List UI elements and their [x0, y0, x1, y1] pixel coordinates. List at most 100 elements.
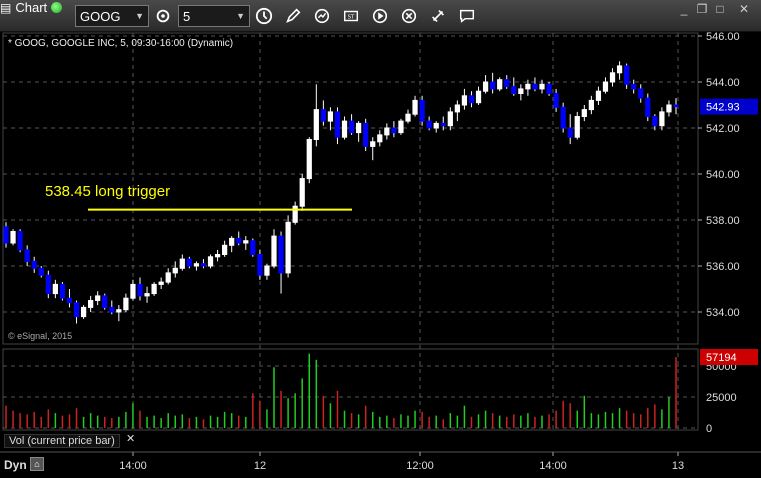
candle-body: [109, 306, 115, 313]
candle-body: [602, 81, 609, 92]
dyn-label[interactable]: Dyn: [4, 458, 27, 472]
candle-body: [130, 283, 136, 299]
candle-body: [24, 249, 30, 262]
candle-body: [363, 122, 369, 147]
candle-body: [419, 99, 425, 122]
trigger-annotation-label: 538.45 long trigger: [45, 183, 171, 200]
candle-body: [567, 127, 573, 138]
candle-body: [511, 86, 517, 94]
candle-body: [356, 122, 362, 134]
candle-body: [574, 116, 580, 138]
lock-icon[interactable]: ⌂: [30, 457, 44, 471]
candle-body: [285, 221, 291, 274]
candle-body: [426, 120, 432, 129]
candle-body: [384, 127, 390, 136]
candle-body: [271, 235, 277, 267]
candle-body: [320, 109, 326, 122]
candle-body: [616, 65, 623, 74]
time-tick-label: 12: [254, 460, 266, 472]
candle-body: [546, 83, 552, 95]
candle-body: [497, 79, 503, 90]
time-tick-label: 13: [672, 460, 684, 472]
candle-body: [631, 83, 637, 90]
candle-body: [666, 104, 672, 113]
candle-body: [222, 244, 228, 256]
candle-body: [137, 283, 143, 297]
candle-body: [475, 90, 482, 104]
candle-body: [250, 240, 256, 255]
candle-body: [172, 267, 178, 274]
axes: 546.00 544.00 542.00 540.00 538.00 536.00 534.…: [119, 31, 758, 472]
volume-tick-label: 0: [706, 423, 712, 435]
candle-body: [31, 260, 37, 269]
candle-body: [257, 254, 263, 276]
candle-body: [123, 297, 129, 311]
candle-body: [151, 283, 157, 295]
candle-body: [243, 240, 249, 244]
candle-body: [553, 93, 559, 108]
candle-body: [405, 113, 411, 122]
price-tick-label: 538.00: [706, 215, 740, 227]
candle-body: [88, 300, 94, 308]
price-chart[interactable]: 546.00 544.00 542.00 540.00 538.00 536.00 534.…: [0, 0, 761, 478]
candle-body: [186, 258, 192, 267]
candle-body: [412, 99, 418, 115]
candle-body: [292, 205, 298, 223]
price-tick-label: 540.00: [706, 169, 740, 181]
candle-body: [10, 231, 16, 244]
candle-body: [327, 111, 334, 122]
candle-body: [45, 274, 51, 295]
candle-body: [539, 83, 545, 90]
candle-body: [95, 295, 101, 301]
candle-body: [652, 116, 658, 127]
candle-body: [659, 111, 665, 127]
candle-body: [102, 295, 108, 308]
candle-body: [200, 263, 207, 267]
candle-body: [348, 120, 355, 134]
candle-body: [525, 83, 531, 90]
candle-body: [638, 88, 644, 99]
current-price-label: 542.93: [706, 102, 740, 114]
price-tick-label: 546.00: [706, 31, 740, 43]
candle-body: [73, 302, 80, 318]
candle-body: [116, 309, 122, 313]
candle-body: [482, 81, 489, 92]
candle-body: [313, 109, 319, 140]
candle-body: [532, 83, 538, 90]
candle-body: [490, 81, 496, 90]
candle-body: [588, 99, 594, 111]
candle-body: [165, 272, 171, 283]
grid: [0, 32, 761, 453]
candle-body: [461, 95, 468, 106]
candle-body: [66, 297, 73, 304]
candle-body: [447, 111, 453, 127]
time-tick-label: 14:00: [119, 460, 147, 472]
close-volume-icon[interactable]: ✕: [126, 432, 135, 445]
volume-tick-label: 25000: [706, 392, 737, 404]
candle-body: [179, 258, 185, 269]
candle-body: [299, 178, 305, 207]
candle-body: [52, 283, 58, 295]
candle-body: [454, 104, 460, 113]
candle-body: [17, 231, 23, 251]
price-tick-label: 544.00: [706, 77, 740, 89]
volume-bars: [5, 353, 677, 428]
candle-body: [158, 281, 164, 285]
chart-caption: * GOOG, GOOGLE INC, 5, 09:30-16:00 (Dyna…: [8, 38, 234, 49]
candle-body: [468, 95, 475, 104]
time-tick-label: 14:00: [539, 460, 567, 472]
candle-body: [207, 256, 214, 267]
price-tick-label: 534.00: [706, 307, 740, 319]
candle-body: [3, 226, 9, 244]
candle-body: [341, 120, 348, 138]
volume-panel-border: [2, 348, 699, 431]
candle-body: [264, 265, 270, 276]
candle-body: [278, 235, 284, 274]
candle-body: [59, 283, 66, 299]
candle-body: [236, 237, 242, 244]
candle-body: [306, 139, 312, 180]
time-tick-label: 12:00: [406, 460, 434, 472]
candle-body: [560, 106, 566, 129]
candle-body: [673, 104, 679, 108]
candle-body: [518, 88, 524, 95]
